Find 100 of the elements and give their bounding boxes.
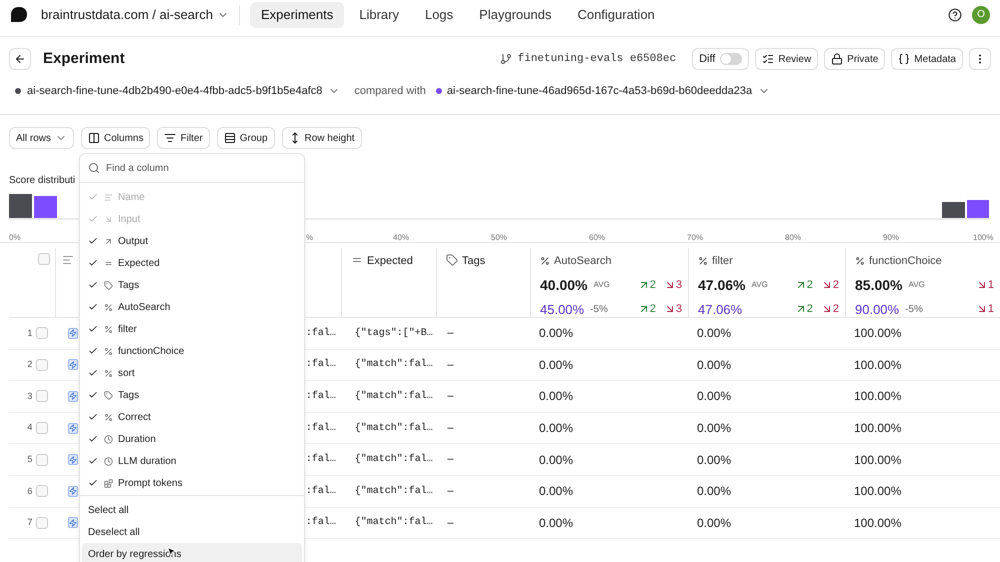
check-icon [88, 478, 98, 488]
header-checkbox[interactable] [38, 253, 50, 265]
axis-tick-label: 40% [393, 232, 410, 244]
columns-button[interactable]: Columns [81, 127, 150, 149]
review-button[interactable]: Review [755, 48, 818, 70]
score-cell-text: 100.00% [853, 388, 902, 406]
filter-button[interactable]: Filter [157, 127, 210, 149]
axis-tick-label: 50% [491, 232, 508, 244]
nav-tab[interactable]: Playgrounds [468, 2, 562, 28]
expected-cell-text: {"match":fal… [354, 390, 434, 404]
column-option[interactable]: Expected [80, 252, 304, 274]
chart-title: Score distributi [9, 174, 76, 187]
row-checkbox[interactable] [36, 454, 48, 466]
score-cell-text: 0.00% [538, 325, 574, 342]
clock-icon [104, 434, 113, 444]
row-number: 5 [26, 452, 32, 466]
metadata-button[interactable]: Metadata [891, 48, 963, 70]
percent-icon [104, 368, 113, 378]
private-button[interactable]: Private [824, 48, 886, 70]
percent-icon [855, 256, 865, 266]
score-cell-text: 0.00% [696, 420, 732, 438]
nav-tab[interactable]: Library [348, 2, 410, 28]
tag-icon [104, 390, 113, 400]
rows-button[interactable]: All rows [9, 127, 74, 149]
column-search-field[interactable]: Find a column [106, 160, 286, 176]
column-option[interactable]: AutoSearch [80, 296, 304, 318]
column-option[interactable]: Duration [80, 428, 304, 450]
group-button[interactable]: Group [216, 127, 275, 149]
branch-icon [500, 53, 512, 65]
output-cell-text: :fal… [306, 422, 337, 436]
checklist-icon [762, 53, 774, 65]
check-icon [88, 214, 98, 224]
lock-icon [831, 53, 844, 65]
span-type-badge [68, 486, 78, 497]
page-title: Experiment [43, 48, 125, 69]
check-icon [88, 236, 98, 246]
column-option[interactable]: Tags [80, 384, 304, 406]
logo-icon[interactable] [11, 7, 27, 22]
regression-count: 1 [988, 278, 994, 293]
row-checkbox[interactable] [36, 485, 48, 498]
regression-count: 3 [676, 278, 682, 293]
column-option[interactable]: Prompt tokens [80, 472, 304, 494]
more-button[interactable] [969, 48, 991, 70]
nav-tab[interactable]: Configuration [566, 2, 666, 28]
output-cell-text: :fal… [306, 390, 337, 404]
lines-icon [62, 254, 74, 266]
project-selector[interactable]: braintrustdata.com / ai-search [41, 4, 229, 24]
experiment-selector[interactable]: ai-search-fine-tune-46ad965d-167c-4a53-b69d-b60deedda23a [446, 82, 770, 100]
axis-tick-label: 60% [589, 232, 606, 244]
nav-tab[interactable]: Logs [414, 2, 464, 28]
help-icon[interactable] [948, 8, 962, 22]
percent-icon [104, 346, 113, 356]
tags-cell-text: – [446, 389, 454, 404]
menu-action[interactable]: Order by regressions [82, 543, 302, 562]
score-cell-text: 0.00% [538, 483, 574, 500]
score-cell-text: 100.00% [853, 452, 902, 469]
row-number: 2 [26, 358, 32, 372]
score-difference: -5% [905, 302, 923, 317]
row-checkbox[interactable] [36, 390, 48, 402]
menu-action[interactable]: Select all [82, 499, 302, 521]
column-option[interactable]: filter [80, 318, 304, 340]
regression-count: 2 [832, 278, 839, 293]
check-icon [88, 390, 98, 400]
row-checkbox[interactable] [36, 327, 48, 340]
row-number: 1 [26, 326, 32, 340]
axis-tick-label: 90% [883, 232, 900, 244]
score-cell-text: 0.00% [538, 388, 574, 406]
row-number: 6 [26, 484, 32, 498]
output-cell-text: :fal… [306, 484, 337, 499]
column-option[interactable]: LLM duration [80, 450, 304, 472]
height-button[interactable]: Row height [282, 127, 362, 149]
arrow-up-right-icon [104, 236, 113, 246]
span-type-badge [68, 359, 78, 370]
column-option[interactable]: Output [80, 230, 304, 252]
columns-icon [88, 132, 100, 144]
row-checkbox[interactable] [36, 358, 48, 371]
row-number: 4 [26, 421, 32, 434]
column-option[interactable]: functionChoice [80, 340, 304, 362]
column-option[interactable]: sort [80, 362, 304, 384]
column-header: AutoSearch [554, 254, 612, 269]
tag-icon [446, 254, 458, 266]
column-header: Tags [462, 254, 486, 269]
expected-cell-text: {"match":fal… [354, 516, 434, 530]
tags-cell-text: – [446, 516, 454, 531]
back-button[interactable] [9, 48, 31, 70]
diff-toggle[interactable]: Diff [692, 48, 750, 70]
experiment-selector[interactable]: ai-search-fine-tune-4db2b490-e0e4-4fbb-adc5-b9f1b5e4afc8 [27, 82, 340, 100]
score-cell-text: 0.00% [696, 452, 732, 469]
improvement-count: 2 [806, 278, 813, 293]
check-icon [88, 456, 98, 466]
compared-with-label: compared with [354, 84, 426, 99]
row-checkbox[interactable] [36, 516, 48, 529]
column-option[interactable]: Tags [80, 274, 304, 296]
column-option[interactable]: Correct [80, 406, 304, 428]
improvement-count: 2 [650, 278, 656, 293]
nav-tab[interactable]: Experiments [250, 2, 344, 28]
menu-action[interactable]: Deselect all [82, 521, 302, 543]
row-checkbox[interactable] [36, 422, 48, 434]
score-cell-text: 100.00% [853, 483, 902, 500]
tags-cell-text: – [446, 420, 454, 436]
